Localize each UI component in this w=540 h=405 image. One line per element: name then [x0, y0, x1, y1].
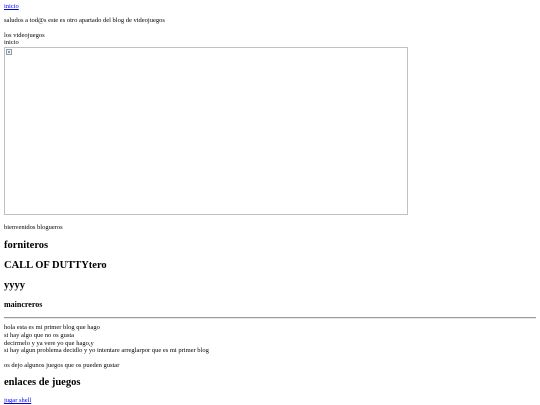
body-line: si hay algun problema decidlo y yo inten…	[4, 347, 209, 354]
broken-image-icon	[6, 49, 12, 55]
section-subtitle: inicio	[4, 39, 19, 46]
banner-image	[4, 47, 408, 215]
divider	[4, 317, 536, 319]
heading-forniteros: forniteros	[4, 240, 49, 251]
welcome-text: bienvenidos blogueros	[4, 224, 63, 231]
games-intro-text: os dejo algunos juegos que os pueden gus…	[4, 362, 120, 369]
heading-callofduty: CALL OF DUTTYtero	[4, 260, 107, 271]
home-link[interactable]: inicio	[4, 3, 19, 10]
heading-game-links: enlaces de juegos	[4, 377, 81, 388]
greeting-text: saludos a tod@s este es otro apartado de…	[4, 17, 165, 24]
game-link-shell[interactable]: jugar shell	[4, 397, 31, 404]
body-line: hola esta es mi primer blog que hago	[4, 324, 100, 331]
body-line: si hay algo que no os gusta	[4, 332, 75, 339]
heading-maincreros: maincreros	[4, 300, 43, 309]
heading-yyyy: yyyy	[4, 280, 25, 291]
